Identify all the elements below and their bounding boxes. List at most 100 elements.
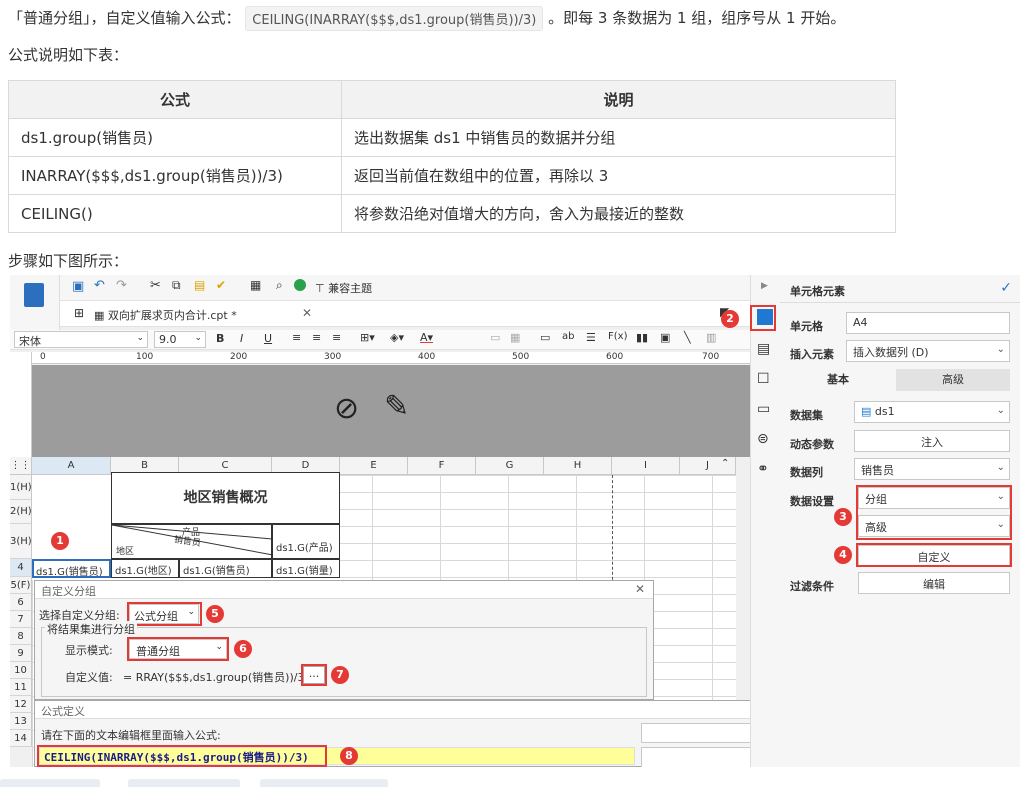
column-header[interactable]: G [476,457,544,475]
ruler-label: 100 [136,352,154,362]
mode-label: 显示模式: [65,644,113,657]
formula-icon[interactable]: F(x) [608,331,627,342]
font-size-select[interactable]: 9.0 ⌄ [154,331,206,348]
row-header[interactable]: 3(H) [10,524,32,559]
title-cell[interactable]: 地区销售概况 [111,472,340,524]
italic-icon[interactable]: I [240,332,243,345]
setting-label: 数据设置 [790,495,834,508]
row-header[interactable]: 9 [10,645,32,662]
search-icon[interactable]: ⌕ [276,278,283,293]
row-header[interactable]: 14 [10,730,32,747]
widget-icon[interactable]: ☐ [757,371,770,387]
scroll-up-icon[interactable]: ⌃ [721,458,729,469]
grid-icon: ⊞ [74,306,85,320]
cell-attr-icon[interactable]: ▤ [757,341,770,357]
preview-icon[interactable]: ▦ [250,278,261,292]
row-header[interactable]: 4 [10,559,32,577]
bottom-tab[interactable] [260,779,388,787]
edit-pencil-icon[interactable]: ✎ [384,389,409,424]
filter-label: 过滤条件 [790,580,834,593]
bottom-tab[interactable] [0,779,100,787]
link-icon[interactable]: ⚭ [757,461,769,477]
row-header[interactable]: 13 [10,713,32,730]
bold-icon[interactable]: B [216,332,224,345]
column-header[interactable]: F [408,457,476,475]
font-color-icon[interactable]: A▾ [420,331,433,344]
paste-icon[interactable]: ▤ [194,278,205,292]
value-text[interactable]: = RRAY($$$,ds1.group(销售员))/3) [123,669,309,685]
slash-icon[interactable]: ╲ [684,331,691,344]
row-header[interactable]: 5(F) [10,577,32,594]
cell-b4[interactable]: ds1.G(地区) [111,559,179,578]
cell-c4[interactable]: ds1.G(销售员) [179,559,272,578]
file-tab[interactable]: ▦ 双向扩展求页内合计.cpt * [94,307,237,323]
text-field-icon[interactable]: ▭ [540,331,550,344]
row-header[interactable]: 11 [10,679,32,696]
tab-advanced[interactable]: 高级 [896,369,1010,391]
inject-button[interactable]: 注入 [854,430,1010,452]
condition-icon[interactable]: ▭ [757,401,770,417]
chevron-down-icon: ⌄ [996,344,1005,355]
image-icon[interactable]: ▣ [660,331,670,344]
row-header[interactable]: 7 [10,611,32,628]
hyperlink-icon[interactable]: ⊜ [757,431,769,447]
collapse-arrow-icon[interactable]: ▶ [761,281,768,291]
merge-icon[interactable]: ▭ [490,331,500,344]
chart-icon[interactable]: ▮▮ [636,331,648,344]
cell-a4[interactable]: ds1.G(销售员) [32,559,111,578]
tab-basic[interactable]: 基本 [780,369,896,391]
step-marker: 2 [721,310,739,328]
align-right-icon[interactable]: ≡ [332,331,341,344]
font-select[interactable]: 宋体 ⌄ [14,331,148,348]
list-icon[interactable]: ☰ [586,331,596,344]
split-icon[interactable]: ▦ [510,331,520,344]
filter-edit-button[interactable]: 编辑 [858,572,1010,594]
cell-d3[interactable]: ds1.G(产品) [272,524,340,559]
underline-icon[interactable]: U [264,332,272,345]
cut-icon[interactable]: ✂ [150,278,161,293]
copy-icon[interactable]: ⧉ [172,278,181,293]
dataset-select[interactable]: ▤ ds1 ⌄ [854,401,1010,423]
insert-select[interactable]: 插入数据列 (D) ⌄ [846,340,1010,362]
align-center-icon[interactable]: ≡ [312,331,321,344]
row-header[interactable]: 6 [10,594,32,611]
chevron-down-icon: ⌄ [136,333,144,343]
row-header[interactable]: 8 [10,628,32,645]
column-header[interactable]: E [340,457,408,475]
row-header[interactable]: 1(H) [10,475,32,500]
cell-d4[interactable]: ds1.G(销量) [272,559,340,578]
cell-name-input[interactable]: A4 [846,312,1010,334]
close-icon[interactable]: ✕ [635,582,645,596]
steps-caption: 步骤如下图所示： [8,252,129,270]
column-header[interactable]: A [32,457,111,475]
dialog-title: 自定义分组 [41,585,96,598]
ruler-label: 0 [40,352,46,362]
dialog-titlebar: 自定义分组 ✕ [35,581,653,599]
app-menu[interactable] [10,275,60,330]
fill-color-icon[interactable]: ◈▾ [390,331,404,344]
save-icon[interactable]: ▣ [72,279,84,294]
pin-icon[interactable]: ✓ [1000,280,1012,296]
ruler-label: 400 [418,352,436,362]
redo-icon[interactable]: ↷ [116,278,127,293]
format-brush-icon[interactable]: ✔ [216,278,226,292]
align-left-icon[interactable]: ≡ [292,331,301,344]
subreport-icon[interactable]: ▥ [706,331,716,344]
ab-icon[interactable]: ab [562,331,574,342]
row-header[interactable]: 2(H) [10,500,32,524]
highlight-box [750,305,776,331]
row-header[interactable]: 10 [10,662,32,679]
border-icon[interactable]: ⊞▾ [360,331,375,344]
undo-icon[interactable]: ↶ [94,278,105,293]
row-header[interactable]: 12 [10,696,32,713]
slash-header-cell[interactable]: 产品 销售员 地区 [111,524,272,559]
column-select[interactable]: 销售员 ⌄ [854,458,1010,480]
compat-theme-button[interactable]: ⊤ 兼容主题 [315,280,372,296]
check-icon[interactable] [294,279,306,291]
hidden-eye-icon[interactable]: ⊘ [334,391,359,426]
chevron-down-icon: ⌄ [996,462,1005,473]
column-header[interactable]: H [544,457,612,475]
bottom-tab[interactable] [128,779,240,787]
column-header[interactable]: I [612,457,680,475]
close-tab-icon[interactable]: ✕ [302,306,312,320]
